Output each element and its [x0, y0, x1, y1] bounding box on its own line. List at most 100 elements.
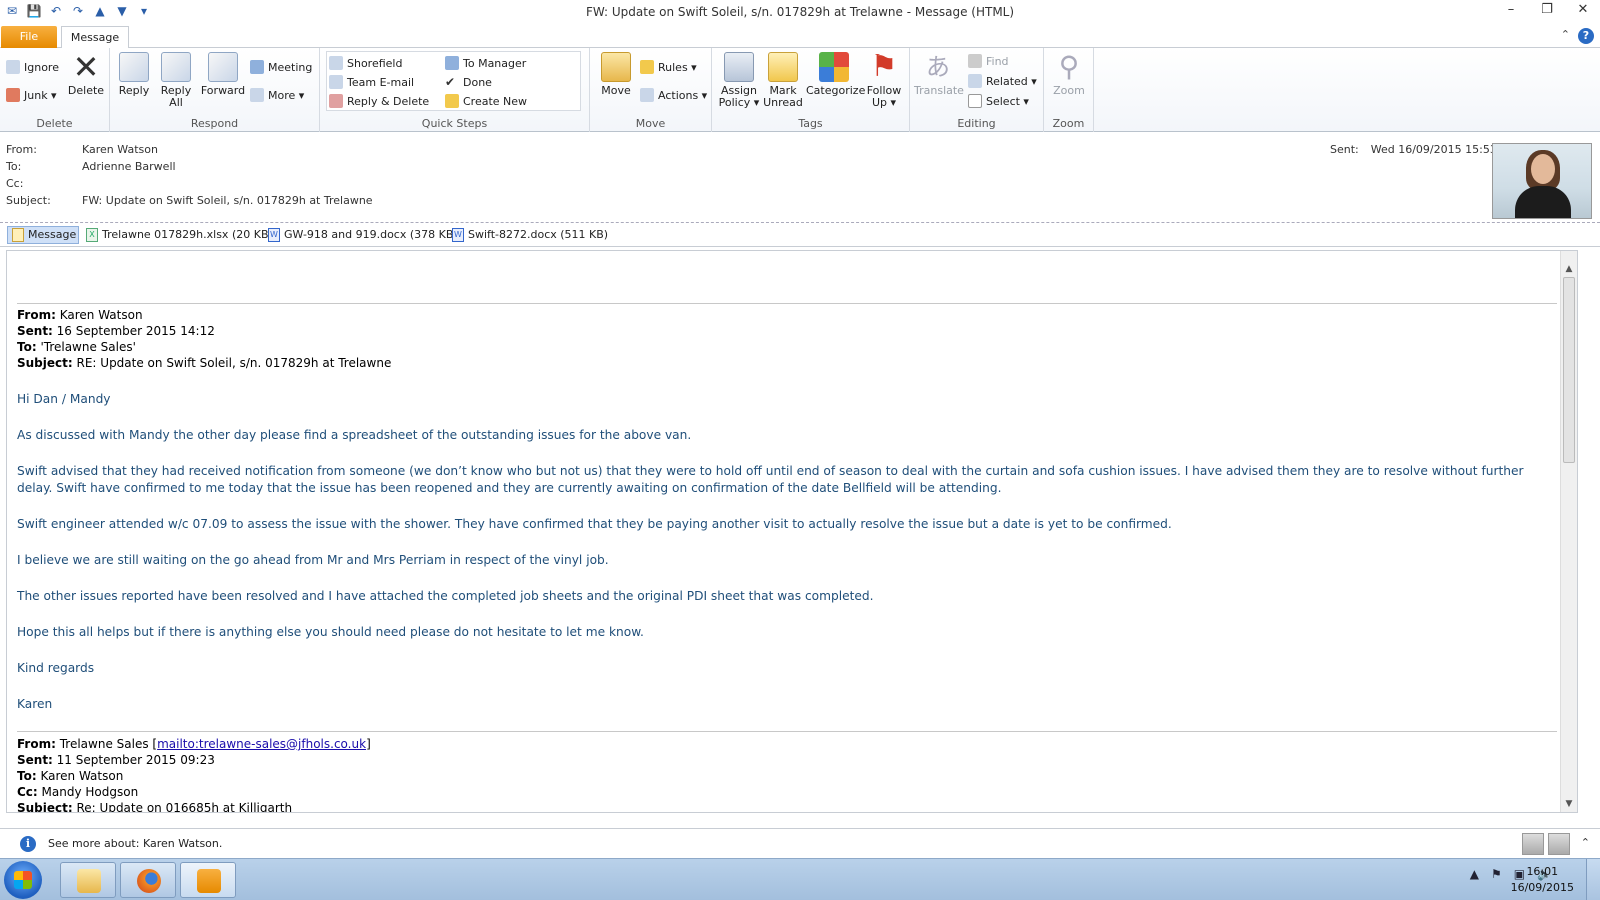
action-center-flag-icon[interactable]: ⚑	[1491, 867, 1502, 881]
photo-body	[1515, 186, 1571, 218]
body-paragraph: The other issues reported have been reso…	[17, 589, 874, 603]
group-label-editing: Editing	[957, 117, 996, 130]
cursor-icon	[968, 94, 982, 108]
minimize-button[interactable]: –	[1502, 2, 1520, 17]
group-editing: あ Translate Find Related ▾ Select ▾ Edit…	[910, 48, 1044, 132]
more-respond-button[interactable]: More ▾	[250, 88, 304, 102]
quickstep-reply-delete[interactable]: Reply & Delete	[329, 94, 429, 108]
policy-icon	[724, 52, 754, 82]
to-manager-icon	[445, 56, 459, 70]
categorize-button[interactable]: Categorize	[806, 52, 865, 97]
group-zoom: ⚲ Zoom Zoom	[1044, 48, 1094, 132]
word-file-icon: W	[452, 228, 464, 242]
magnifier-icon: ⚲	[1058, 50, 1080, 83]
windows-logo-icon	[14, 871, 32, 889]
collapse-ribbon-icon[interactable]: ⌃	[1561, 28, 1570, 44]
recipient-name[interactable]: Adrienne Barwell	[82, 160, 176, 173]
reply-button[interactable]: Reply	[114, 52, 154, 97]
restore-button[interactable]: ❐	[1538, 2, 1556, 17]
checkmark-icon: ✔	[445, 75, 459, 89]
people-pane: i See more about: Karen Watson. ⌃	[0, 828, 1600, 858]
people-pane-text[interactable]: See more about: Karen Watson.	[48, 837, 222, 850]
scroll-down-arrow-icon[interactable]: ▼	[1561, 796, 1577, 812]
delete-button[interactable]: ✕ Delete	[66, 48, 106, 97]
rules-button[interactable]: Rules ▾	[640, 60, 697, 74]
meeting-icon	[250, 60, 264, 74]
mailto-link[interactable]: mailto:trelawne-sales@jfhols.co.uk	[157, 737, 366, 751]
sender-name[interactable]: Karen Watson	[82, 143, 158, 156]
reply-all-button[interactable]: Reply All	[156, 52, 196, 109]
binoculars-icon	[968, 54, 982, 68]
scroll-thumb[interactable]	[1563, 277, 1575, 463]
close-button[interactable]: ✕	[1574, 2, 1592, 17]
firefox-icon	[137, 869, 161, 893]
group-label-delete: Delete	[36, 117, 73, 130]
group-label-respond: Respond	[190, 117, 239, 130]
related-button[interactable]: Related ▾	[968, 74, 1037, 88]
tab-file[interactable]: File	[1, 26, 57, 48]
translate-button[interactable]: あ Translate	[914, 52, 964, 97]
avatar[interactable]	[1522, 833, 1544, 855]
find-button[interactable]: Find	[968, 54, 1009, 68]
photo-face	[1531, 154, 1555, 184]
body-paragraph: Swift engineer attended w/c 07.09 to ass…	[17, 517, 1172, 531]
group-label-zoom: Zoom	[1052, 117, 1085, 130]
quickstep-shorefield[interactable]: Shorefield	[329, 56, 402, 70]
meeting-button[interactable]: Meeting	[250, 60, 312, 74]
quickstep-create-new[interactable]: Create New	[445, 94, 527, 108]
title-bar: ✉ 💾 ↶ ↷ ▲ ▼ ▾ FW: Update on Swift Soleil…	[0, 0, 1600, 24]
actions-button[interactable]: Actions ▾	[640, 88, 707, 102]
taskbar-outlook[interactable]	[180, 862, 236, 898]
mark-unread-button[interactable]: Mark Unread	[762, 52, 804, 109]
taskbar-explorer[interactable]	[60, 862, 116, 898]
follow-up-button[interactable]: ⚑ Follow Up ▾	[864, 52, 904, 109]
group-tags: Assign Policy ▾ Mark Unread Categorize ⚑…	[712, 48, 910, 132]
window-controls: – ❐ ✕	[1502, 2, 1592, 17]
quickstep-to-manager[interactable]: To Manager	[445, 56, 526, 70]
show-desktop-button[interactable]	[1586, 859, 1600, 900]
message-header: From: Karen Watson To: Adrienne Barwell Cc…	[0, 133, 1600, 223]
quoted-to: To: 'Trelawne Sales'	[17, 340, 136, 354]
quoted-subject: Subject: RE: Update on Swift Soleil, s/n…	[17, 356, 392, 370]
show-hidden-icons-icon[interactable]: ▲	[1470, 867, 1479, 881]
group-label-move: Move	[635, 117, 666, 130]
related-icon	[968, 74, 982, 88]
header-from-row: From: Karen Watson	[6, 143, 158, 156]
message-tab[interactable]: Message	[7, 226, 79, 244]
help-icon[interactable]: ?	[1578, 28, 1594, 44]
assign-policy-button[interactable]: Assign Policy ▾	[718, 52, 760, 109]
message-body[interactable]: From: Karen Watson Sent: 16 September 20…	[6, 250, 1578, 813]
attachment-item[interactable]: W GW-918 and 919.docx (378 KB)	[268, 226, 458, 244]
clock[interactable]: 16:01 16/09/2015	[1511, 864, 1574, 896]
separator-line	[17, 303, 1557, 304]
quickstep-team-email[interactable]: Team E-mail	[329, 75, 414, 89]
sent-date: Sent: Wed 16/09/2015 15:53	[1330, 143, 1497, 156]
separator-line	[17, 731, 1557, 732]
avatar[interactable]	[1548, 833, 1570, 855]
move-button[interactable]: Move	[596, 52, 636, 97]
delete-x-icon: ✕	[72, 48, 100, 86]
quoted-sent: Sent: 16 September 2015 14:12	[17, 324, 215, 338]
junk-icon	[6, 88, 20, 102]
taskbar-firefox[interactable]	[120, 862, 176, 898]
start-button[interactable]	[4, 861, 42, 899]
quoted-from-2: From: Trelawne Sales [mailto:trelawne-sa…	[17, 737, 371, 751]
zoom-button[interactable]: ⚲ Zoom	[1048, 52, 1090, 97]
quickstep-done[interactable]: ✔ Done	[445, 75, 492, 89]
junk-button[interactable]: Junk ▾	[6, 88, 57, 102]
select-button[interactable]: Select ▾	[968, 94, 1029, 108]
clock-time: 16:01	[1526, 865, 1559, 878]
attachment-item[interactable]: X Trelawne 017829h.xlsx (20 KB)	[86, 226, 273, 244]
ignore-button[interactable]: Ignore	[6, 60, 59, 74]
attachment-item[interactable]: W Swift-8272.docx (511 KB)	[452, 226, 608, 244]
body-paragraph: As discussed with Mandy the other day pl…	[17, 428, 692, 442]
sender-photo[interactable]	[1492, 143, 1592, 219]
team-email-icon	[329, 75, 343, 89]
quick-steps-gallery: Shorefield Team E-mail Reply & Delete To…	[326, 51, 581, 111]
forward-button[interactable]: Forward	[200, 52, 246, 97]
vertical-scrollbar[interactable]: ▲ ▼	[1560, 251, 1577, 812]
header-cc-row: Cc:	[6, 177, 24, 190]
tab-message[interactable]: Message	[61, 26, 129, 49]
scroll-up-arrow-icon[interactable]: ▲	[1561, 261, 1577, 277]
expand-people-pane-icon[interactable]: ⌃	[1581, 836, 1590, 849]
